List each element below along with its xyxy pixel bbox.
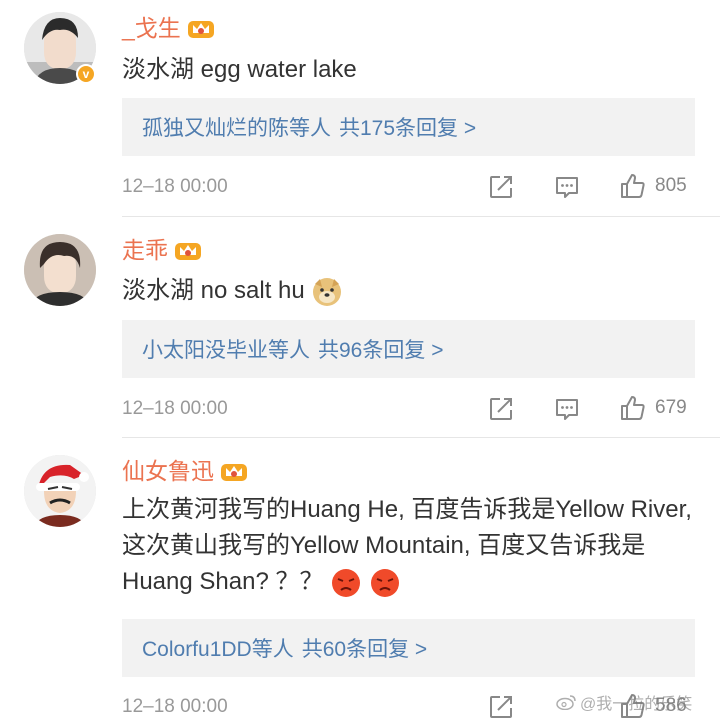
watermark-text: @我一拉的乐笑 xyxy=(580,696,693,713)
comment-3: 仙女鲁迅 上次黄河我写的Huang He, 百度告诉我是Yellow River… xyxy=(0,438,720,721)
replies-count[interactable]: 共60条回复 > xyxy=(302,633,427,663)
comment-1: v _戈生 淡水湖 egg water lake 孤独又灿烂的陈等人 共175条… xyxy=(0,0,720,216)
angry-face-emoji-icon xyxy=(370,568,399,597)
share-button[interactable] xyxy=(488,396,514,422)
vip-crown-icon xyxy=(187,21,214,38)
avatar[interactable] xyxy=(24,455,96,527)
vip-crown-icon xyxy=(175,243,201,260)
share-icon xyxy=(490,176,512,198)
comment-text: 淡水湖 no salt hu xyxy=(122,273,698,309)
username[interactable]: 仙女鲁迅 xyxy=(122,457,248,485)
like-count: 679 xyxy=(655,397,687,418)
share-icon xyxy=(490,696,512,718)
username-text[interactable]: _戈生 xyxy=(122,14,181,42)
comment-button[interactable] xyxy=(554,174,580,200)
vip-crown-icon xyxy=(221,464,247,481)
replies-count[interactable]: 共96条回复 > xyxy=(318,334,443,364)
verified-badge-icon: v xyxy=(76,64,96,84)
share-button[interactable] xyxy=(488,694,514,720)
share-button[interactable] xyxy=(488,174,514,200)
username-text[interactable]: 走乖 xyxy=(122,236,168,264)
like-button[interactable]: 679 xyxy=(619,394,687,422)
thumbs-up-icon xyxy=(621,396,645,420)
angry-face-emoji-icon xyxy=(332,568,361,597)
username[interactable]: _戈生 xyxy=(122,14,215,42)
share-icon xyxy=(490,398,512,420)
replies-link[interactable]: 孤独又灿烂的陈等人 共175条回复 > xyxy=(122,98,695,156)
comment-text-body: 上次黄河我写的Huang He, 百度告诉我是Yellow River, 这次黄… xyxy=(122,496,692,595)
watermark: @我一拉的乐笑 xyxy=(556,690,692,714)
replies-link[interactable]: Colorfu1DD等人 共60条回复 > xyxy=(122,619,695,677)
replies-count[interactable]: 共175条回复 > xyxy=(339,112,476,142)
like-count: 805 xyxy=(655,175,687,196)
username-text[interactable]: 仙女鲁迅 xyxy=(122,457,214,485)
like-button[interactable]: 805 xyxy=(619,172,687,200)
comment-button[interactable] xyxy=(554,396,580,422)
timestamp: 12–18 00:00 xyxy=(122,398,228,419)
comment-icon xyxy=(556,177,578,198)
timestamp: 12–18 00:00 xyxy=(122,176,228,197)
comment-text: 淡水湖 egg water lake xyxy=(122,56,357,83)
comment-2: 走乖 淡水湖 no salt hu 小太阳没毕业等人 共96条回复 > 12–1… xyxy=(0,217,720,437)
replies-users[interactable]: 孤独又灿烂的陈等人 xyxy=(142,112,331,142)
thumbs-up-icon xyxy=(621,174,645,198)
replies-users[interactable]: Colorfu1DD等人 xyxy=(142,633,294,663)
replies-link[interactable]: 小太阳没毕业等人 共96条回复 > xyxy=(122,320,695,378)
comment-text: 上次黄河我写的Huang He, 百度告诉我是Yellow River, 这次黄… xyxy=(122,492,698,600)
weibo-logo-icon xyxy=(556,695,576,710)
comment-text-body: 淡水湖 no salt hu xyxy=(122,277,305,304)
doge-emoji-icon xyxy=(313,277,342,306)
timestamp: 12–18 00:00 xyxy=(122,696,228,717)
comment-icon xyxy=(556,399,578,420)
replies-users[interactable]: 小太阳没毕业等人 xyxy=(142,334,310,364)
avatar[interactable] xyxy=(24,234,96,306)
username[interactable]: 走乖 xyxy=(122,236,202,264)
